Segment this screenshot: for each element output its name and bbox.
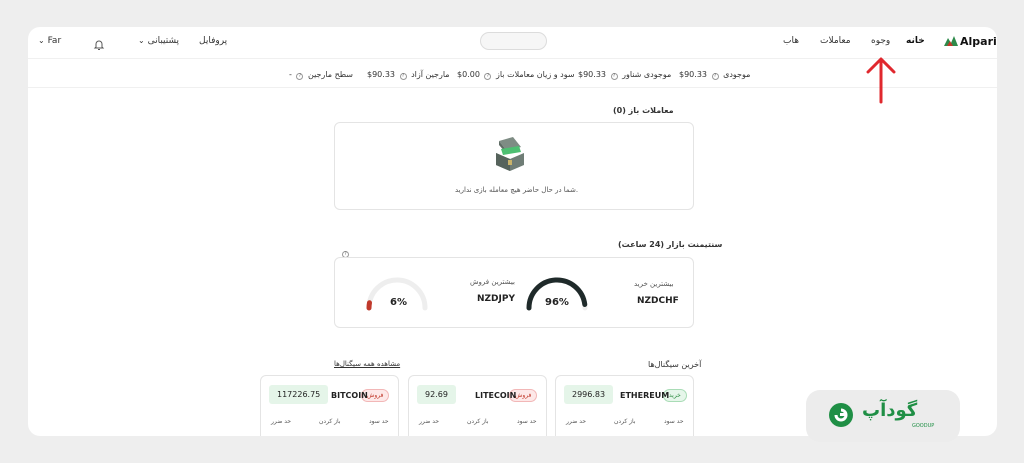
stat-value: $90.33 [578,70,606,79]
goodup-sub: GOODUP [912,423,935,429]
stat-label: مارجین آزاد [411,70,450,79]
nav-home[interactable]: خانه [906,36,925,46]
col-take-profit: حد سود [664,418,684,425]
col-stop-loss: حد ضرر [419,418,440,425]
most-buy-symbol[interactable]: NZDCHF [637,296,679,306]
goodup-watermark: گودآپ GOODUP [806,390,960,442]
stat-label: موجودی شناور [622,70,672,79]
help-circle-icon[interactable]: ? [484,73,492,80]
col-open: باز کردن [467,418,489,425]
signals-title: آخرین سیگنال‌ها [648,360,702,369]
col-take-profit: حد سود [369,418,389,425]
stat-balance: $90.33 ? موجودی [679,70,750,80]
support-label: پشتیبانی [147,36,180,46]
most-buy-gauge [525,272,589,316]
sentiment-title: سنتیمنت بازار (24 ساعت) [618,240,723,249]
signal-price: 2996.83 [564,385,614,404]
logo-text: Alpari [960,35,997,48]
account-status-bar: $90.33 ? موجودی $90.33 ? موجودی شناور $0… [28,60,997,88]
signal-card-litecoin[interactable]: فروش LITECOIN 92.69 حد سود باز کردن حد ض… [408,375,547,436]
most-buy-label: بیشترین خرید [634,280,674,288]
col-take-profit: حد سود [517,418,537,425]
stat-value: $90.33 [679,70,707,79]
bell-icon[interactable] [93,36,105,55]
stat-margin-level: - ? سطح مارجین [289,70,353,80]
up-arrow-annotation [866,57,896,104]
signal-symbol: LITECOIN [475,391,517,400]
app-window: Alpari خانه وجوه معاملات هاب پروفایل ⌄ پ… [28,27,997,436]
sentiment-card: بیشترین خرید NZDCHF 96% بیشترین فروش NZD… [334,257,694,328]
most-sell-percent: 6% [390,297,407,308]
signal-price: 92.69 [417,385,456,404]
language-label: Far [47,36,62,46]
help-circle-icon[interactable]: ? [399,73,407,80]
alpari-logo-icon [944,36,958,46]
goodup-wordmark: گودآپ [862,400,918,421]
stat-label: سود و زیان معاملات باز [496,70,575,79]
col-stop-loss: حد ضرر [271,418,292,425]
stat-value: $90.33 [367,70,395,79]
view-all-signals-link[interactable]: مشاهده همه سیگنال‌ها [334,360,400,368]
help-circle-icon[interactable]: ? [296,73,304,80]
profile-link[interactable]: پروفایل [199,36,227,46]
chevron-down-icon: ⌄ [38,36,45,45]
col-stop-loss: حد ضرر [566,418,587,425]
help-circle-icon[interactable]: ? [711,73,719,80]
language-select[interactable]: ⌄ Far [38,36,61,46]
stat-open-pnl: $0.00 ? سود و زیان معاملات باز [457,70,575,80]
stat-value: - [289,70,292,79]
stat-value: $0.00 [457,70,480,79]
alpari-logo[interactable]: Alpari [944,35,997,48]
open-trades-title: معاملات باز (0) [613,106,674,115]
open-trades-empty-message: شما در حال حاضر هیچ معامله بازی ندارید. [455,186,579,194]
goodup-logo-icon [829,403,853,427]
signal-symbol: BITCOIN [331,391,368,400]
most-sell-gauge [365,272,429,316]
stat-label: موجودی [723,70,751,79]
chevron-down-icon: ⌄ [138,36,145,45]
help-circle-icon[interactable]: ? [610,73,618,80]
signal-card-bitcoin[interactable]: فروش BITCOIN 117226.75 حد سود باز کردن ح… [260,375,399,436]
stat-free-margin: $90.33 ? مارجین آزاد [367,70,450,80]
treasure-chest-icon [491,137,529,175]
open-trades-card: شما در حال حاضر هیچ معامله بازی ندارید. [334,122,694,210]
support-menu[interactable]: ⌄ پشتیبانی [138,36,179,46]
nav-trades[interactable]: معاملات [820,36,851,46]
most-buy-percent: 96% [545,297,569,308]
stat-label: سطح مارجین [307,70,353,79]
signal-price: 117226.75 [269,385,329,404]
most-sell-symbol[interactable]: NZDJPY [477,294,515,304]
top-navigation-bar: Alpari خانه وجوه معاملات هاب پروفایل ⌄ پ… [28,27,997,59]
col-open: باز کردن [614,418,636,425]
signal-card-ethereum[interactable]: خرید ETHEREUM 2996.83 حد سود باز کردن حد… [555,375,694,436]
most-sell-label: بیشترین فروش [470,278,515,286]
stat-equity: $90.33 ? موجودی شناور [578,70,671,80]
search-pill[interactable] [480,32,547,50]
col-open: باز کردن [319,418,341,425]
nav-funds[interactable]: وجوه [871,36,890,46]
signal-symbol: ETHEREUM [620,391,670,400]
nav-hub[interactable]: هاب [783,36,799,46]
